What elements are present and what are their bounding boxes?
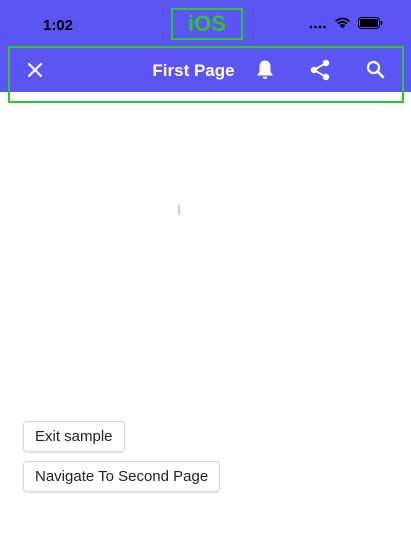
text-cursor-icon: I xyxy=(177,203,182,219)
share-button[interactable] xyxy=(306,58,334,86)
page-title-text: First Page xyxy=(152,61,235,80)
exit-sample-button[interactable]: Exit sample xyxy=(23,421,125,452)
wifi-icon xyxy=(334,16,351,34)
signal-icon xyxy=(309,16,327,34)
battery-icon xyxy=(358,16,383,34)
status-time: 1:02 xyxy=(43,17,74,34)
share-icon xyxy=(310,59,330,86)
bell-icon xyxy=(256,59,274,85)
search-button[interactable] xyxy=(361,58,389,86)
platform-label: iOS xyxy=(171,8,243,40)
search-icon xyxy=(366,60,385,84)
status-bar: 1:02 iOS xyxy=(0,0,411,46)
status-icons xyxy=(309,16,383,34)
page-title: First Page xyxy=(0,61,411,81)
navigate-second-page-button[interactable]: Navigate To Second Page xyxy=(23,461,221,492)
notifications-button[interactable] xyxy=(251,58,279,86)
